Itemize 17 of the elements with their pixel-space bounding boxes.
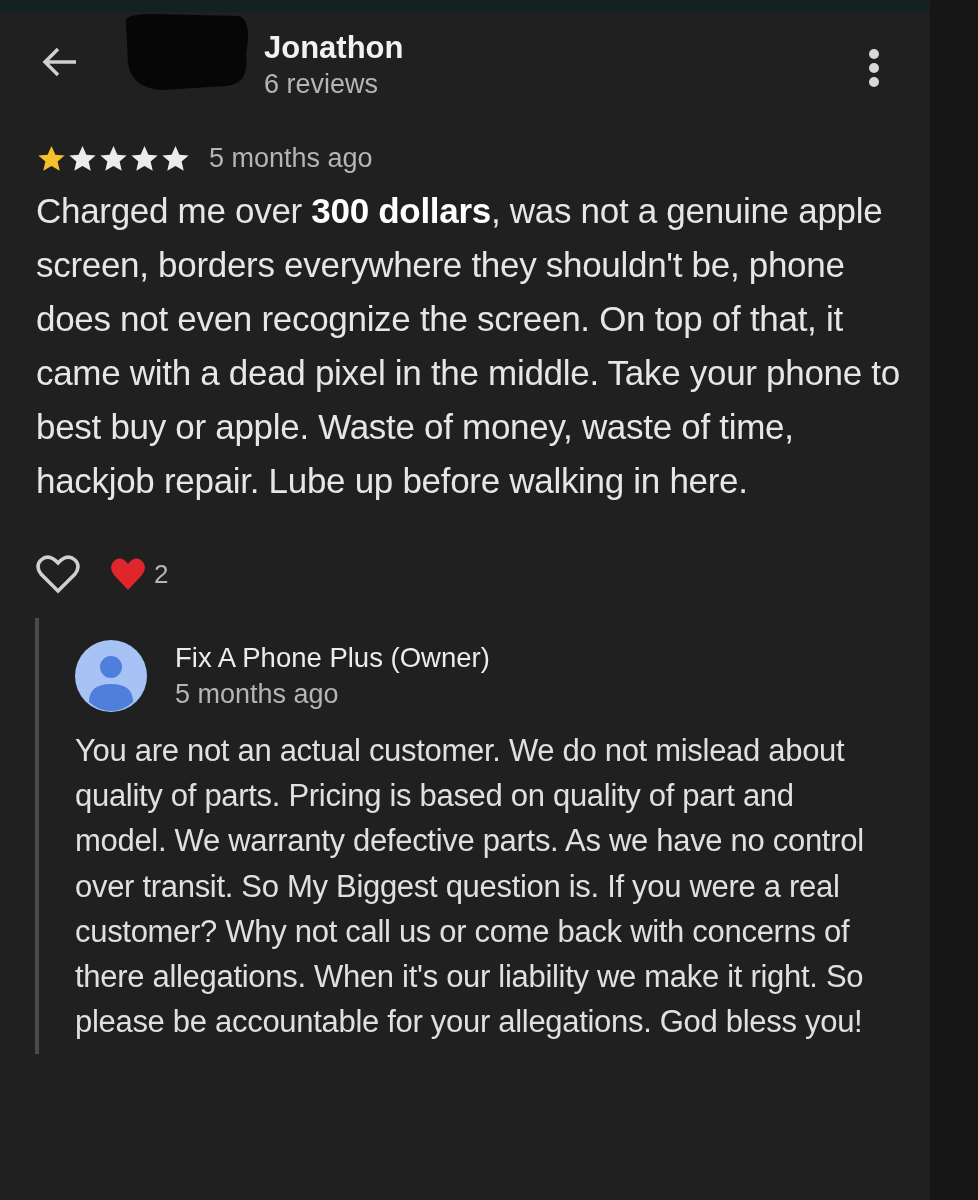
star-icon [67, 143, 98, 174]
star-icon [36, 143, 67, 174]
star-icon [160, 143, 191, 174]
review-count: 6 reviews [264, 68, 380, 101]
reviewer-name: Jonathon [264, 30, 404, 66]
star-icon [129, 143, 160, 174]
reply-time: 5 months ago [175, 678, 340, 711]
review-text: Charged me over 300 dollars, was not a genuine apple screen, borders everywhere they shouldn't be, phone does not even recognize the screen. On top of that, it came with a dead pixel in the middle. Take your phone to best buy or apple. Waste of money, waste of time, hackjob repair. Lube up before walking in here. [36, 190, 900, 502]
star-icon [98, 143, 129, 174]
reaction-count: 2 [154, 558, 169, 590]
more-options-icon[interactable] [868, 48, 880, 88]
reply-text: You are not an actual customer. We do not mislead about quality of parts. Pricing is based on quality of part and model. We warranty defective parts. As we have no control over transit. So My Biggest question is. If you were a real customer? Why not call us or come back with concerns of there allegations. When it's our liability we make it right. So please be accountable for your allegations. God bless you! [75, 732, 865, 1042]
owner-name: Fix A Phone Plus (Owner) [175, 641, 490, 675]
review-time: 5 months ago [209, 143, 373, 174]
avatar-icon [75, 640, 147, 712]
heart-icon[interactable] [36, 554, 80, 594]
heart-icon [110, 557, 146, 591]
